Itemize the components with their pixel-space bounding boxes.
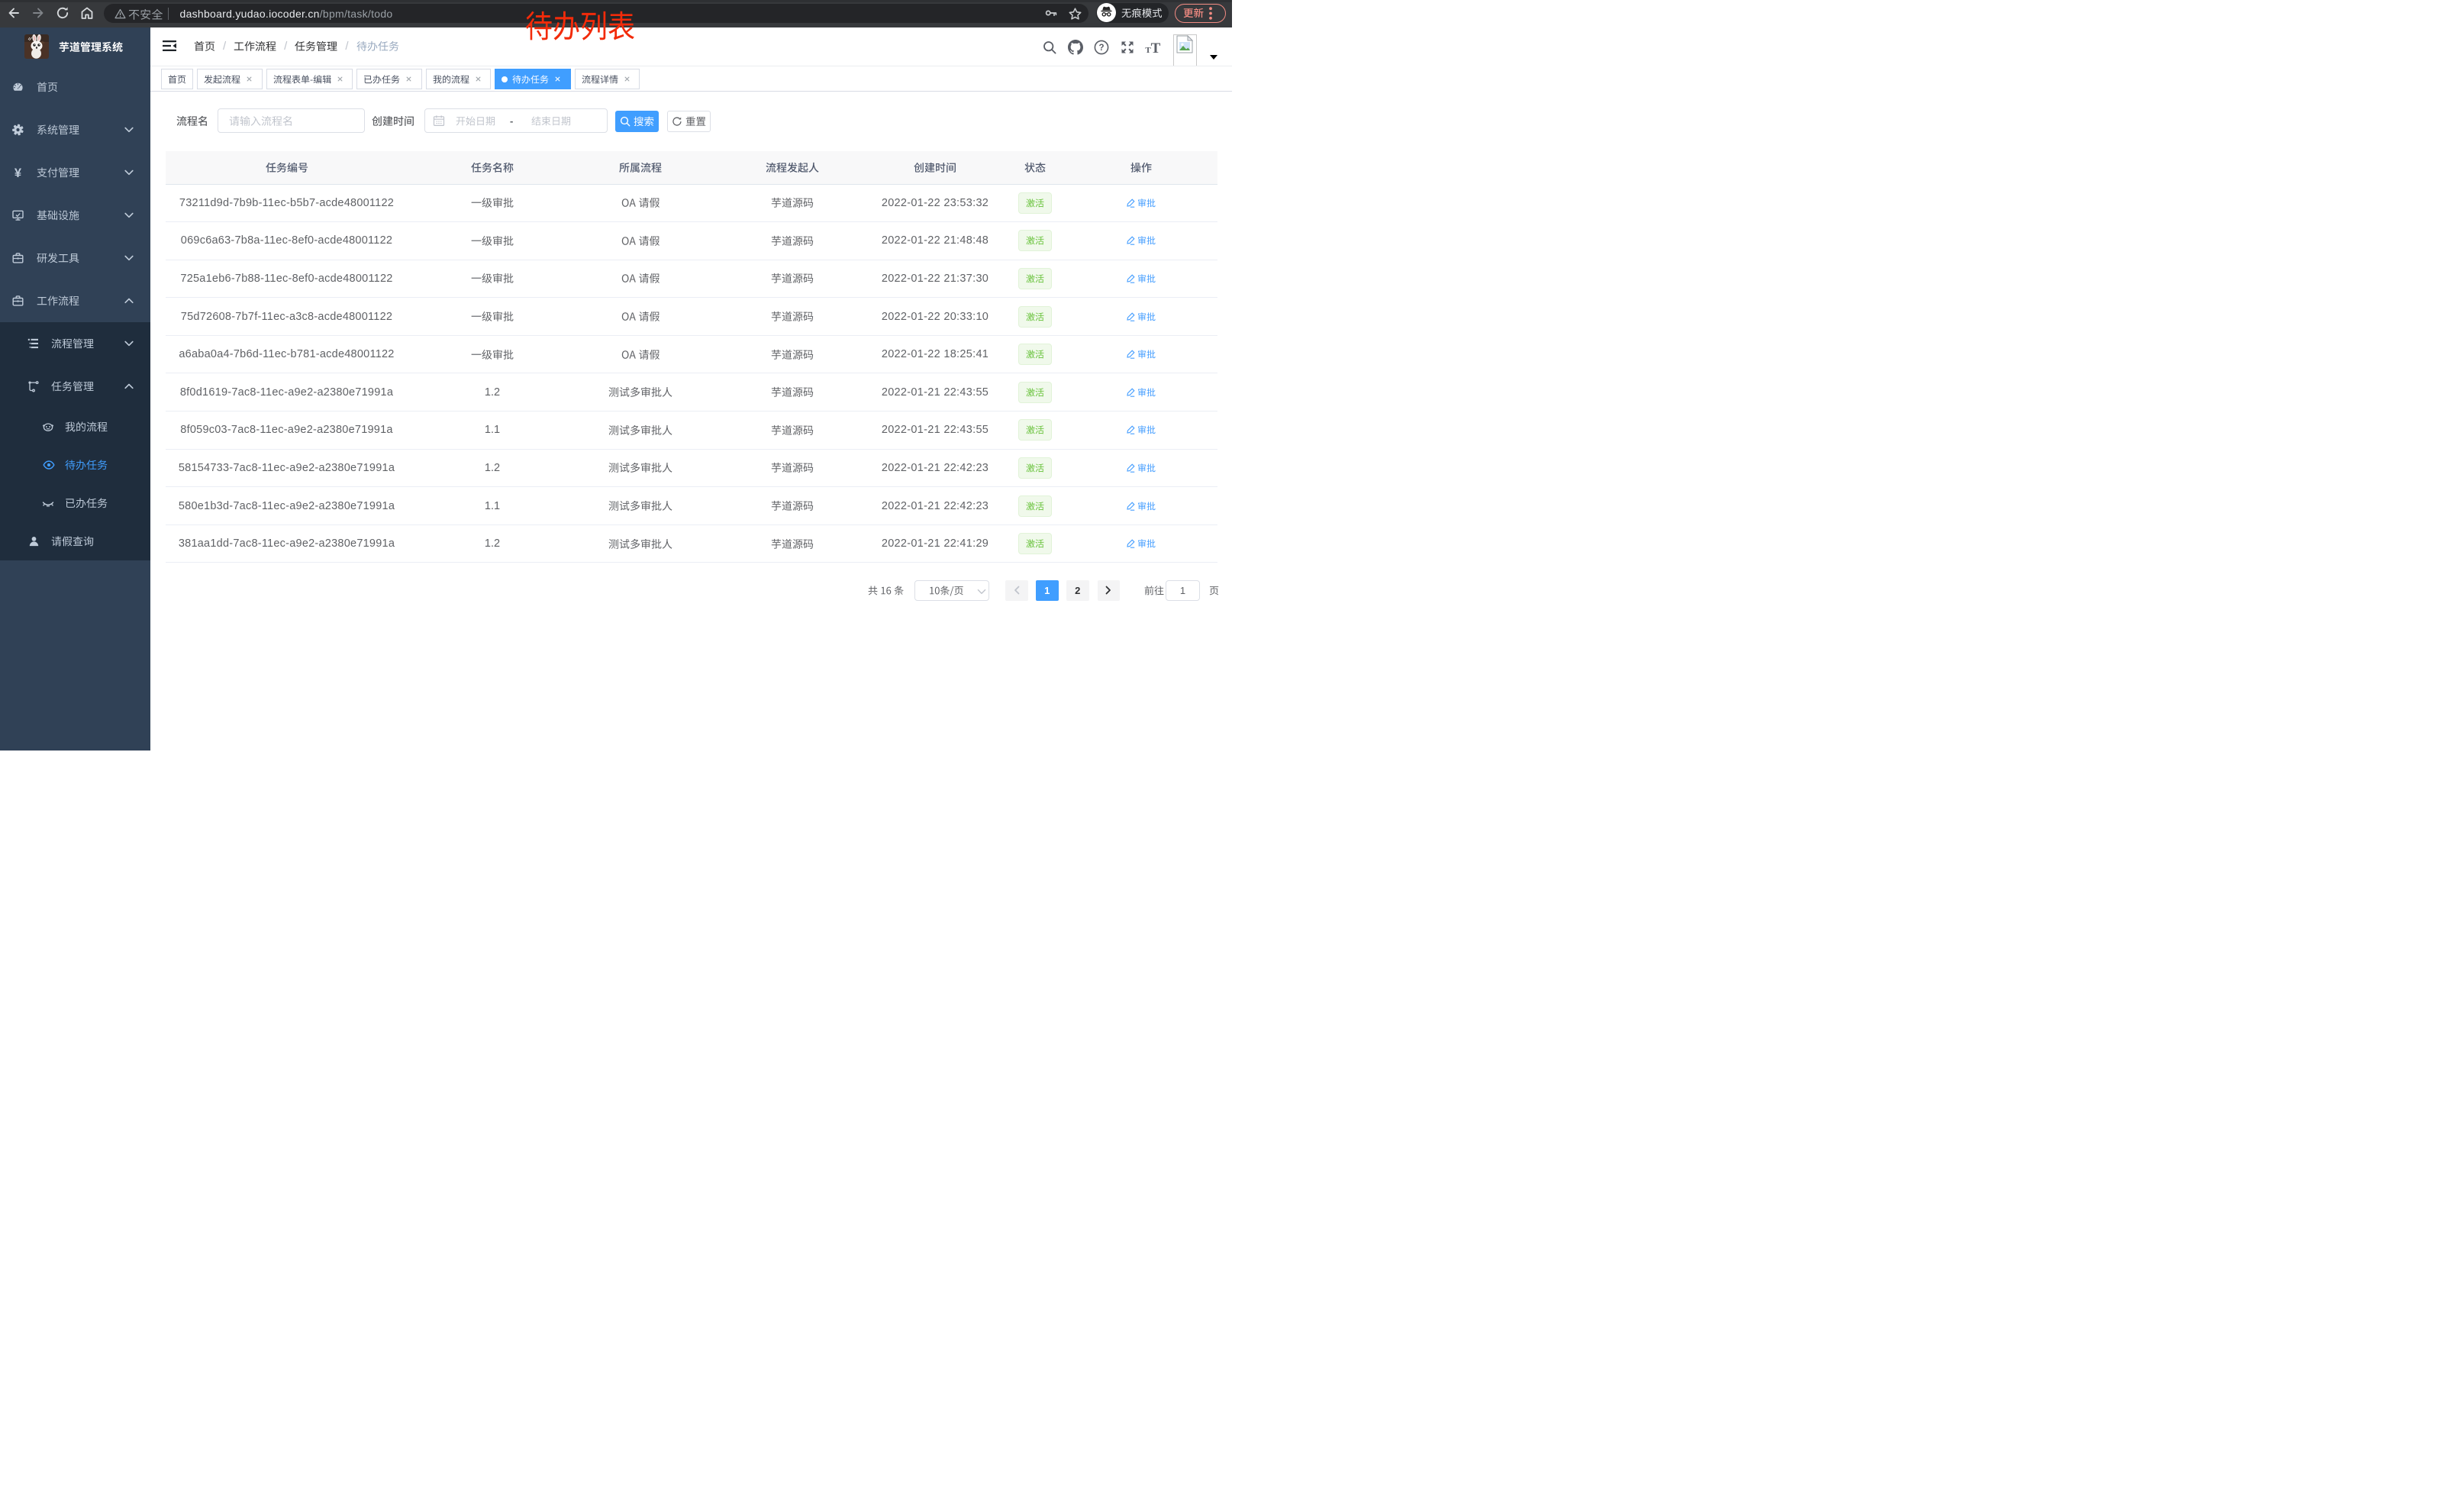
svg-text:¥: ¥: [15, 167, 22, 179]
svg-text:T: T: [1151, 40, 1161, 54]
svg-text:?: ?: [1098, 44, 1104, 53]
